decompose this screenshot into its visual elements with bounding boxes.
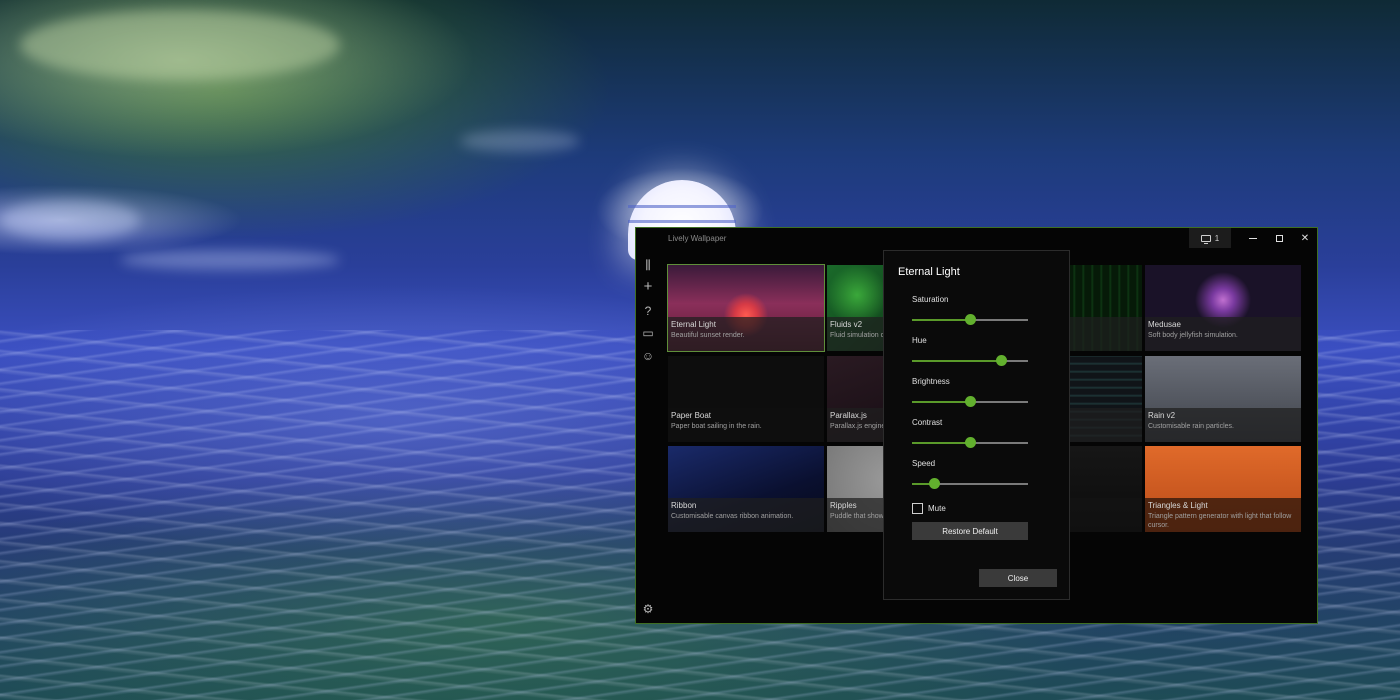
- tile-title: Ribbon: [671, 501, 697, 510]
- hue-setting: Hue: [912, 336, 1028, 370]
- maximize-icon: [1275, 234, 1283, 242]
- wallpaper-tile-rain-v2[interactable]: Rain v2 Customisable rain particles.: [1145, 356, 1301, 442]
- contrast-slider[interactable]: [912, 437, 1028, 449]
- tile-title: Eternal Light: [671, 320, 716, 329]
- monitor-icon: [1200, 234, 1211, 244]
- setting-label: Saturation: [912, 295, 949, 304]
- tile-title: Medusae: [1148, 320, 1181, 329]
- mute-option[interactable]: Mute: [912, 501, 946, 515]
- tile-info: Medusae Soft body jellyfish simulation.: [1145, 317, 1301, 351]
- app-title: Lively Wallpaper: [668, 234, 727, 243]
- tile-title: Rain v2: [1148, 411, 1176, 420]
- minimize-button[interactable]: [1241, 230, 1265, 246]
- wallpaper-tile-triangles-light[interactable]: Triangles & Light Triangle pattern gener…: [1145, 446, 1301, 532]
- tile-info: Triangles & Light Triangle pattern gener…: [1145, 498, 1301, 532]
- slider-thumb[interactable]: [965, 437, 976, 448]
- smiley-icon[interactable]: ☺: [641, 349, 655, 363]
- saturation-setting: Saturation: [912, 295, 1028, 329]
- tile-description: Beautiful sunset render.: [671, 332, 745, 339]
- tile-info: Eternal Light Beautiful sunset render.: [668, 317, 824, 351]
- brightness-setting: Brightness: [912, 377, 1028, 411]
- customise-wallpaper-dialog: Eternal Light Saturation Hue Brightness …: [883, 250, 1070, 600]
- sun-band: [628, 220, 736, 223]
- setting-label: Speed: [912, 459, 936, 468]
- tile-info: Paper Boat Paper boat sailing in the rai…: [668, 408, 824, 442]
- speed-setting: Speed: [912, 459, 1028, 493]
- wallpaper-tile-ribbon[interactable]: Ribbon Customisable canvas ribbon animat…: [668, 446, 824, 532]
- side-navigation: ⫼ + ? ▭ ☺ ⚙: [636, 254, 660, 624]
- tile-info: Rain v2 Customisable rain particles.: [1145, 408, 1301, 442]
- slider-fill: [912, 319, 970, 321]
- cloud: [460, 130, 580, 152]
- slider-fill: [912, 442, 970, 444]
- setting-label: Brightness: [912, 377, 950, 386]
- setting-label: Hue: [912, 336, 927, 345]
- add-icon[interactable]: +: [641, 279, 655, 294]
- hue-slider[interactable]: [912, 355, 1028, 367]
- setting-label: Contrast: [912, 418, 943, 427]
- maximize-button[interactable]: [1267, 230, 1291, 246]
- slider-thumb[interactable]: [996, 355, 1008, 366]
- close-dialog-button[interactable]: Close: [979, 569, 1057, 587]
- cloud: [0, 200, 140, 240]
- tile-description: Customisable rain particles.: [1148, 423, 1234, 430]
- feedback-icon[interactable]: ▭: [641, 326, 655, 340]
- slider-fill: [912, 401, 970, 403]
- tile-title: Paper Boat: [671, 411, 712, 420]
- tile-info: Ribbon Customisable canvas ribbon animat…: [668, 498, 824, 532]
- display-selector-button[interactable]: 1: [1189, 228, 1231, 248]
- wallpaper-tile-paper-boat[interactable]: Paper Boat Paper boat sailing in the rai…: [668, 356, 824, 442]
- settings-gear-icon[interactable]: ⚙: [641, 602, 655, 616]
- brightness-slider[interactable]: [912, 396, 1028, 408]
- display-count: 1: [1214, 233, 1220, 243]
- slider-fill: [912, 360, 1002, 362]
- wallpaper-tile-eternal-light[interactable]: Eternal Light Beautiful sunset render.: [667, 264, 825, 352]
- minimize-icon: [1249, 237, 1257, 239]
- dialog-title: Eternal Light: [898, 266, 960, 278]
- close-window-button[interactable]: ✕: [1293, 230, 1317, 246]
- slider-thumb[interactable]: [965, 396, 976, 407]
- slider-thumb[interactable]: [965, 314, 976, 325]
- contrast-setting: Contrast: [912, 418, 1028, 452]
- close-icon: ✕: [1300, 232, 1310, 244]
- slider-thumb[interactable]: [929, 478, 941, 489]
- title-bar[interactable]: Lively Wallpaper 1 ✕: [636, 228, 1317, 250]
- restore-default-button[interactable]: Restore Default: [912, 522, 1028, 540]
- mute-checkbox[interactable]: [912, 502, 923, 514]
- library-icon[interactable]: ⫼: [641, 258, 655, 272]
- help-icon[interactable]: ?: [641, 304, 655, 318]
- mute-label: Mute: [928, 503, 946, 513]
- saturation-slider[interactable]: [912, 314, 1028, 326]
- sun-band: [628, 205, 736, 208]
- wallpaper-tile-medusae[interactable]: Medusae Soft body jellyfish simulation.: [1145, 265, 1301, 351]
- tile-description: Soft body jellyfish simulation.: [1148, 332, 1238, 339]
- tile-description: Triangle pattern generator with light th…: [1148, 513, 1292, 529]
- tile-description: Customisable canvas ribbon animation.: [671, 513, 794, 520]
- speed-slider[interactable]: [912, 478, 1028, 490]
- cloud: [20, 10, 340, 80]
- tile-title: Triangles & Light: [1148, 501, 1208, 510]
- cloud: [120, 250, 340, 270]
- tile-description: Paper boat sailing in the rain.: [671, 423, 762, 430]
